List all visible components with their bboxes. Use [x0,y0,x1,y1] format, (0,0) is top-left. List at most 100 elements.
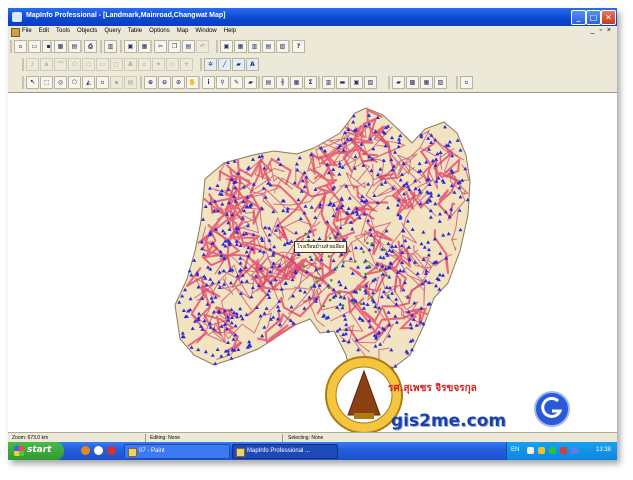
language-indicator[interactable]: EN [511,447,519,453]
scale-bar-icon[interactable]: ▬ [336,76,349,89]
menu-file[interactable]: File [22,28,32,34]
zoom-in-icon[interactable]: ⊕ [144,76,157,89]
ruler-icon[interactable]: ╫ [276,76,289,89]
zoom-out-icon[interactable]: ⊖ [158,76,171,89]
vehicle-icon[interactable]: ▰ [392,76,405,89]
map-window[interactable]: โรงเรียนบ้านหัวยเอียง รศ.สุเพชร จิรขจรกุ… [8,92,617,434]
mdi-minimize-button[interactable]: _ [591,27,595,34]
landmark-symbol-green [327,255,331,258]
hotlink-icon[interactable]: ⚲ [216,76,229,89]
province-map[interactable] [8,93,617,433]
new-map-icon[interactable]: ▣ [220,40,233,53]
graph-select-icon[interactable]: ▤ [124,76,137,89]
tool-manager-icon[interactable]: ▩ [406,76,419,89]
landmark-symbol-green [309,286,313,289]
help-icon[interactable]: ? [292,40,305,53]
symbol-style-icon[interactable]: ✲ [204,58,217,71]
catalog-icon[interactable]: ▥ [104,40,117,53]
region-style-icon[interactable]: ▰ [232,58,245,71]
new-layout-icon[interactable]: ▤ [262,40,275,53]
rectangle-icon[interactable]: ▭ [96,58,109,71]
copy-icon[interactable]: ❐ [168,40,181,53]
new-graph-icon[interactable]: ▥ [248,40,261,53]
landmark-symbol-green [330,279,333,282]
mdi-restore-button[interactable]: ▫ [599,27,601,34]
label-icon[interactable]: ✎ [230,76,243,89]
universal-translator-icon[interactable]: ▦ [420,76,433,89]
tray-network-icon[interactable] [527,447,534,454]
menu-tools[interactable]: Tools [56,28,70,34]
change-view-icon[interactable]: ⊙ [172,76,185,89]
landmark-symbol-green [328,236,332,240]
invert-select-icon[interactable]: ▪ [110,76,123,89]
document-icon[interactable] [11,28,20,37]
radius-select-icon[interactable]: ◎ [54,76,67,89]
landmark-symbol-green [370,242,374,245]
mdi-close-button[interactable]: × [607,27,611,34]
window-title: MapInfo Professional - [Landmark,Mainroa… [26,12,226,19]
statistics-icon[interactable]: Σ [304,76,317,89]
paste-icon[interactable]: ▤ [182,40,195,53]
frame-tool-icon[interactable]: ▫ [460,76,473,89]
polyline-icon[interactable]: ∧ [40,58,53,71]
tray-update-icon[interactable] [549,447,556,454]
menu-options[interactable]: Options [149,28,170,34]
quicklaunch-opera-icon[interactable] [107,446,116,455]
marquee-select-icon[interactable]: ⬚ [40,76,53,89]
minimize-button[interactable]: _ [571,10,586,25]
reshape-icon[interactable]: ◇ [166,58,179,71]
undo-icon[interactable]: ↶ [196,40,209,53]
clip-region-icon[interactable]: ▣ [350,76,363,89]
tray-security-icon[interactable] [538,447,545,454]
print-icon[interactable]: ⎙ [84,40,97,53]
task-paint[interactable]: 07 - Paint [124,444,230,459]
map-window-icon[interactable]: ▣ [124,40,137,53]
ellipse-icon[interactable]: ○ [82,58,95,71]
menu-help[interactable]: Help [224,28,236,34]
close-button[interactable]: ✕ [601,10,616,25]
line-icon[interactable]: / [26,58,39,71]
menu-edit[interactable]: Edit [39,28,49,34]
new-browser-icon[interactable]: ▦ [234,40,247,53]
tray-antivirus-icon[interactable] [560,447,567,454]
polygon-select-icon[interactable]: ⬠ [68,76,81,89]
new-icon[interactable]: ▫ [14,40,27,53]
quicklaunch-media-icon[interactable] [94,446,103,455]
open-table-icon[interactable]: ▦ [54,40,67,53]
menu-query[interactable]: Query [104,28,120,34]
title-bar[interactable]: MapInfo Professional - [Landmark,Mainroa… [8,8,617,26]
unselect-icon[interactable]: ▫ [96,76,109,89]
taskbar: start 07 - Paint MapInfo Professional ..… [8,442,617,460]
quicklaunch-firefox-icon[interactable] [81,446,90,455]
text-icon[interactable]: A [124,58,137,71]
cut-icon[interactable]: ✂ [154,40,167,53]
rounded-rect-icon[interactable]: ▢ [110,58,123,71]
legend-icon[interactable]: ▦ [290,76,303,89]
polygon-icon[interactable]: ⬠ [68,58,81,71]
frame-icon[interactable]: ▫ [138,58,151,71]
text-style-icon[interactable]: A [246,58,259,71]
task-mapinfo[interactable]: MapInfo Professional ... [232,444,338,459]
layer-control-icon[interactable]: ▤ [262,76,275,89]
drag-window-icon[interactable]: ▰ [244,76,257,89]
maximize-button[interactable]: □ [586,10,601,25]
info-icon[interactable]: i [202,76,215,89]
open-icon[interactable]: ▭ [28,40,41,53]
setcoord-icon[interactable]: ▥ [322,76,335,89]
tray-volume-icon[interactable] [571,447,578,454]
menu-map[interactable]: Map [177,28,189,34]
landmark-symbol-green [362,250,365,254]
symbol-icon[interactable]: ✦ [152,58,165,71]
menu-objects[interactable]: Objects [77,28,97,34]
arc-icon[interactable]: ⌒ [54,58,67,71]
boundary-select-icon[interactable]: ◭ [82,76,95,89]
menu-table[interactable]: Table [128,28,142,34]
add-node-icon[interactable]: + [180,58,193,71]
north-arrow-icon[interactable]: ▧ [364,76,377,89]
line-style-icon[interactable]: ╱ [218,58,231,71]
theme-icon[interactable]: ▨ [434,76,447,89]
select-icon[interactable]: ↖ [26,76,39,89]
menu-window[interactable]: Window [195,28,216,34]
start-button[interactable]: start [8,442,64,460]
mapinfo-globe-icon [12,12,22,22]
